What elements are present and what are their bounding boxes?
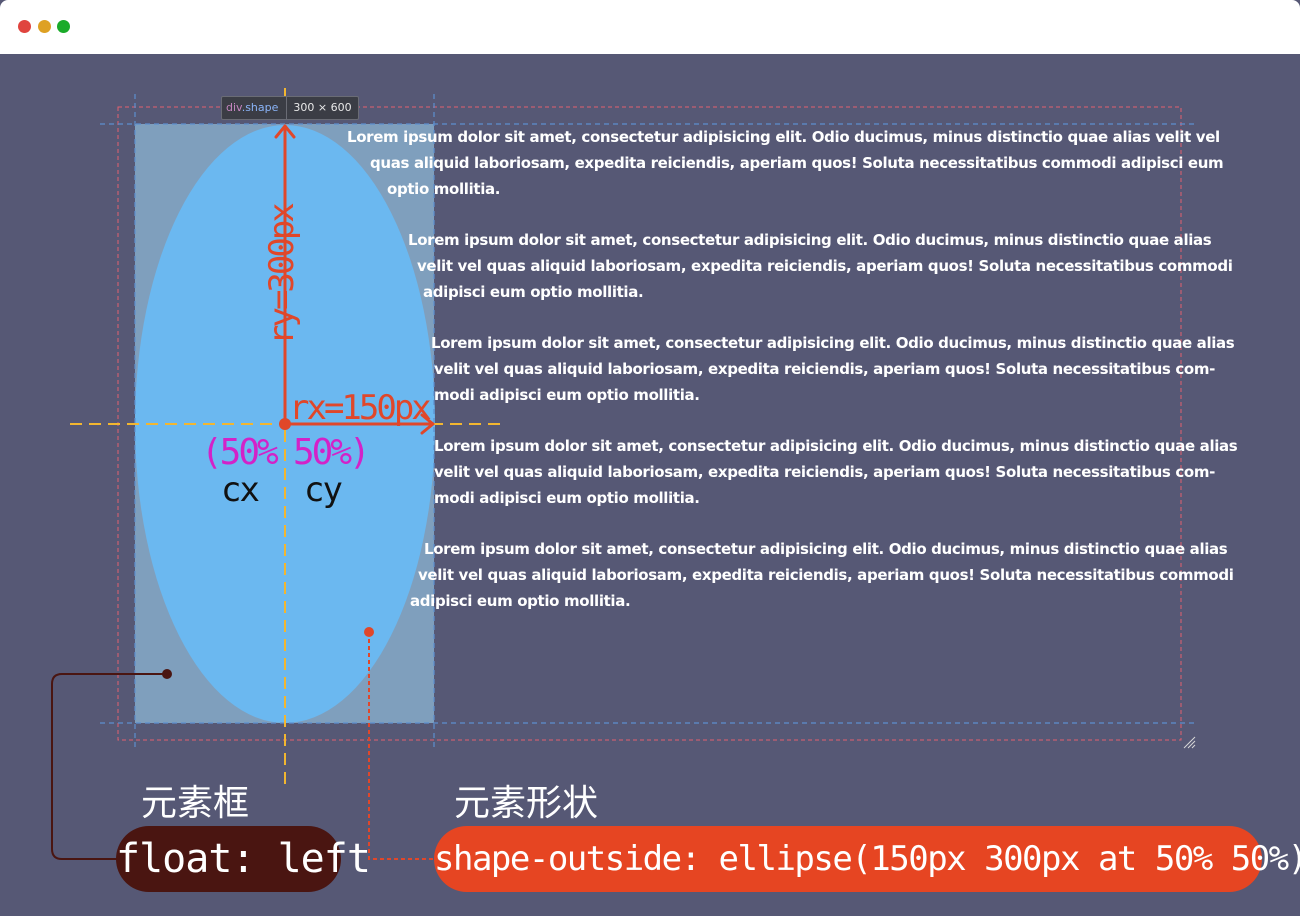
paragraph-3-line-1: Lorem ipsum dolor sit amet, consectetur … [431, 334, 1235, 352]
devtools-tooltip: div.shape 300 × 600 [221, 96, 359, 120]
cy-annotation: cy [304, 470, 343, 510]
tooltip-selector: div.shape [226, 101, 279, 114]
element-box-label: 元素框 [141, 783, 250, 824]
paragraph-3-line-3: modi adipisci eum optio mollitia. [434, 386, 700, 404]
element-shape-label: 元素形状 [454, 783, 599, 824]
paragraph-1-line-3: optio mollitia. [387, 180, 501, 198]
paragraph-1-line-2: quas aliquid laboriosam, expedita reicie… [370, 154, 1224, 172]
paragraph-2-line-2: velit vel quas aliquid laboriosam, exped… [417, 257, 1233, 275]
paragraph-5-line-1: Lorem ipsum dolor sit amet, consectetur … [424, 540, 1228, 558]
paragraph-5-line-2: velit vel quas aliquid laboriosam, exped… [418, 566, 1234, 584]
paragraph-4-line-3: modi adipisci eum optio mollitia. [434, 489, 700, 507]
paragraph-5-line-3: adipisci eum optio mollitia. [410, 592, 631, 610]
cx-percent-annotation: (50% [201, 432, 279, 473]
paragraph-1-line-1: Lorem ipsum dolor sit amet, consectetur … [347, 128, 1220, 146]
paragraph-2-line-1: Lorem ipsum dolor sit amet, consectetur … [408, 231, 1212, 249]
resize-grip-icon [1183, 736, 1196, 749]
paragraph-3-line-2: velit vel quas aliquid laboriosam, exped… [434, 360, 1216, 378]
ry-annotation: ry=300px [262, 205, 302, 345]
rx-annotation: rx=150px [289, 388, 432, 428]
tooltip-dimensions: 300 × 600 [286, 97, 357, 119]
cx-annotation: cx [221, 470, 260, 510]
paragraph-4-line-2: velit vel quas aliquid laboriosam, exped… [434, 463, 1216, 481]
shape-outside-code-pill: shape-outside: ellipse(150px 300px at 50… [434, 826, 1300, 892]
paragraph-2-line-3: adipisci eum optio mollitia. [423, 283, 644, 301]
float-left-code-pill: float: left [116, 826, 371, 892]
cy-percent-annotation: 50%) [293, 432, 371, 473]
paragraph-4-line-1: Lorem ipsum dolor sit amet, consectetur … [434, 437, 1238, 455]
